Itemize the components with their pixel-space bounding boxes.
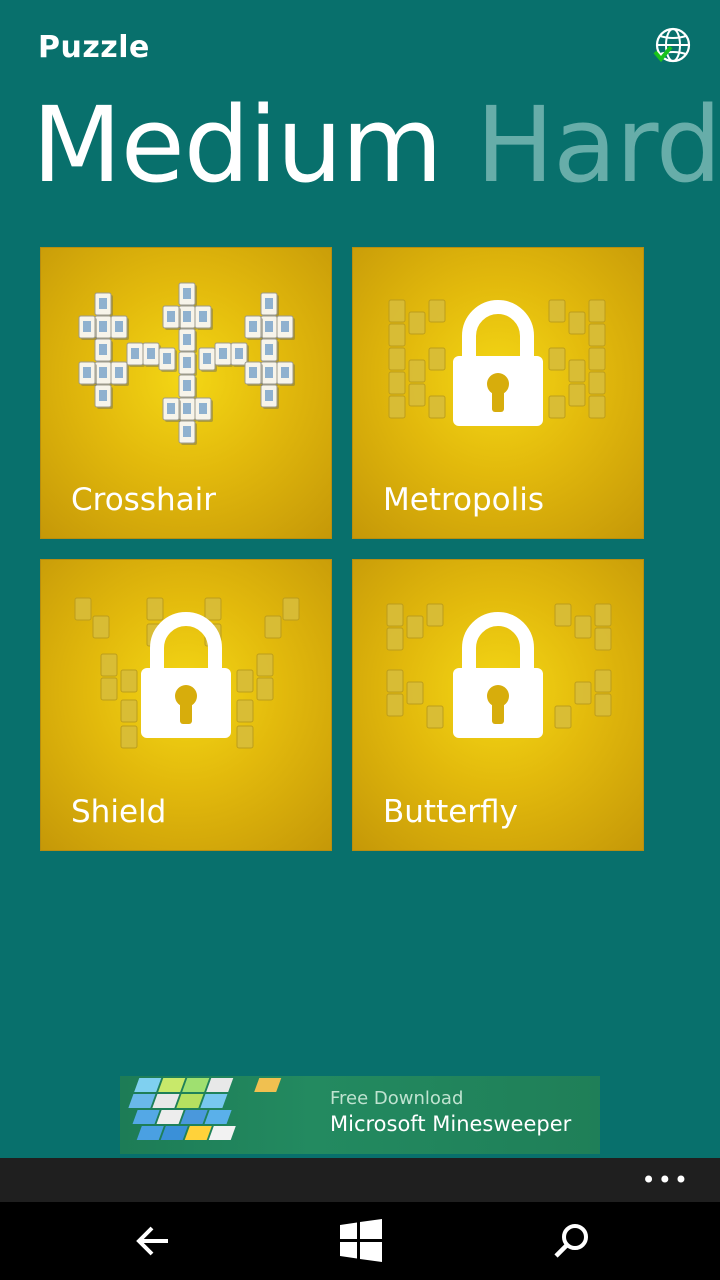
ad-title: Microsoft Minesweeper bbox=[330, 1112, 572, 1136]
tile-shield[interactable]: Shield bbox=[40, 559, 332, 851]
windows-logo-icon[interactable] bbox=[336, 1216, 386, 1266]
ad-tagline: Free Download bbox=[330, 1088, 464, 1109]
app-title: Puzzle bbox=[38, 30, 150, 65]
tile-label: Shield bbox=[71, 794, 167, 830]
system-nav-bar bbox=[0, 1202, 720, 1280]
tile-label: Butterfly bbox=[383, 794, 518, 830]
lock-icon bbox=[453, 612, 543, 738]
mahjong-board-crosshair bbox=[78, 282, 296, 446]
lock-icon bbox=[141, 612, 231, 738]
search-icon[interactable] bbox=[546, 1216, 596, 1266]
app-bar: ••• bbox=[0, 1158, 720, 1202]
lock-icon bbox=[453, 300, 543, 426]
minesweeper-tiles-art bbox=[128, 1078, 282, 1140]
tile-butterfly[interactable]: Butterfly bbox=[352, 559, 644, 851]
tile-label: Metropolis bbox=[383, 482, 545, 518]
globe-check-icon[interactable] bbox=[652, 26, 692, 66]
tile-metropolis[interactable]: Metropolis bbox=[352, 247, 644, 539]
ad-banner[interactable]: Free Download Microsoft Minesweeper bbox=[120, 1076, 600, 1154]
more-options-button[interactable]: ••• bbox=[642, 1168, 690, 1192]
back-arrow-icon[interactable] bbox=[128, 1216, 178, 1266]
tile-label: Crosshair bbox=[71, 482, 216, 518]
pivot-medium[interactable]: Medium bbox=[32, 84, 443, 206]
difficulty-pivot: Medium Hard bbox=[32, 84, 720, 206]
pivot-hard[interactable]: Hard bbox=[476, 84, 720, 206]
tile-crosshair[interactable]: Crosshair bbox=[40, 247, 332, 539]
